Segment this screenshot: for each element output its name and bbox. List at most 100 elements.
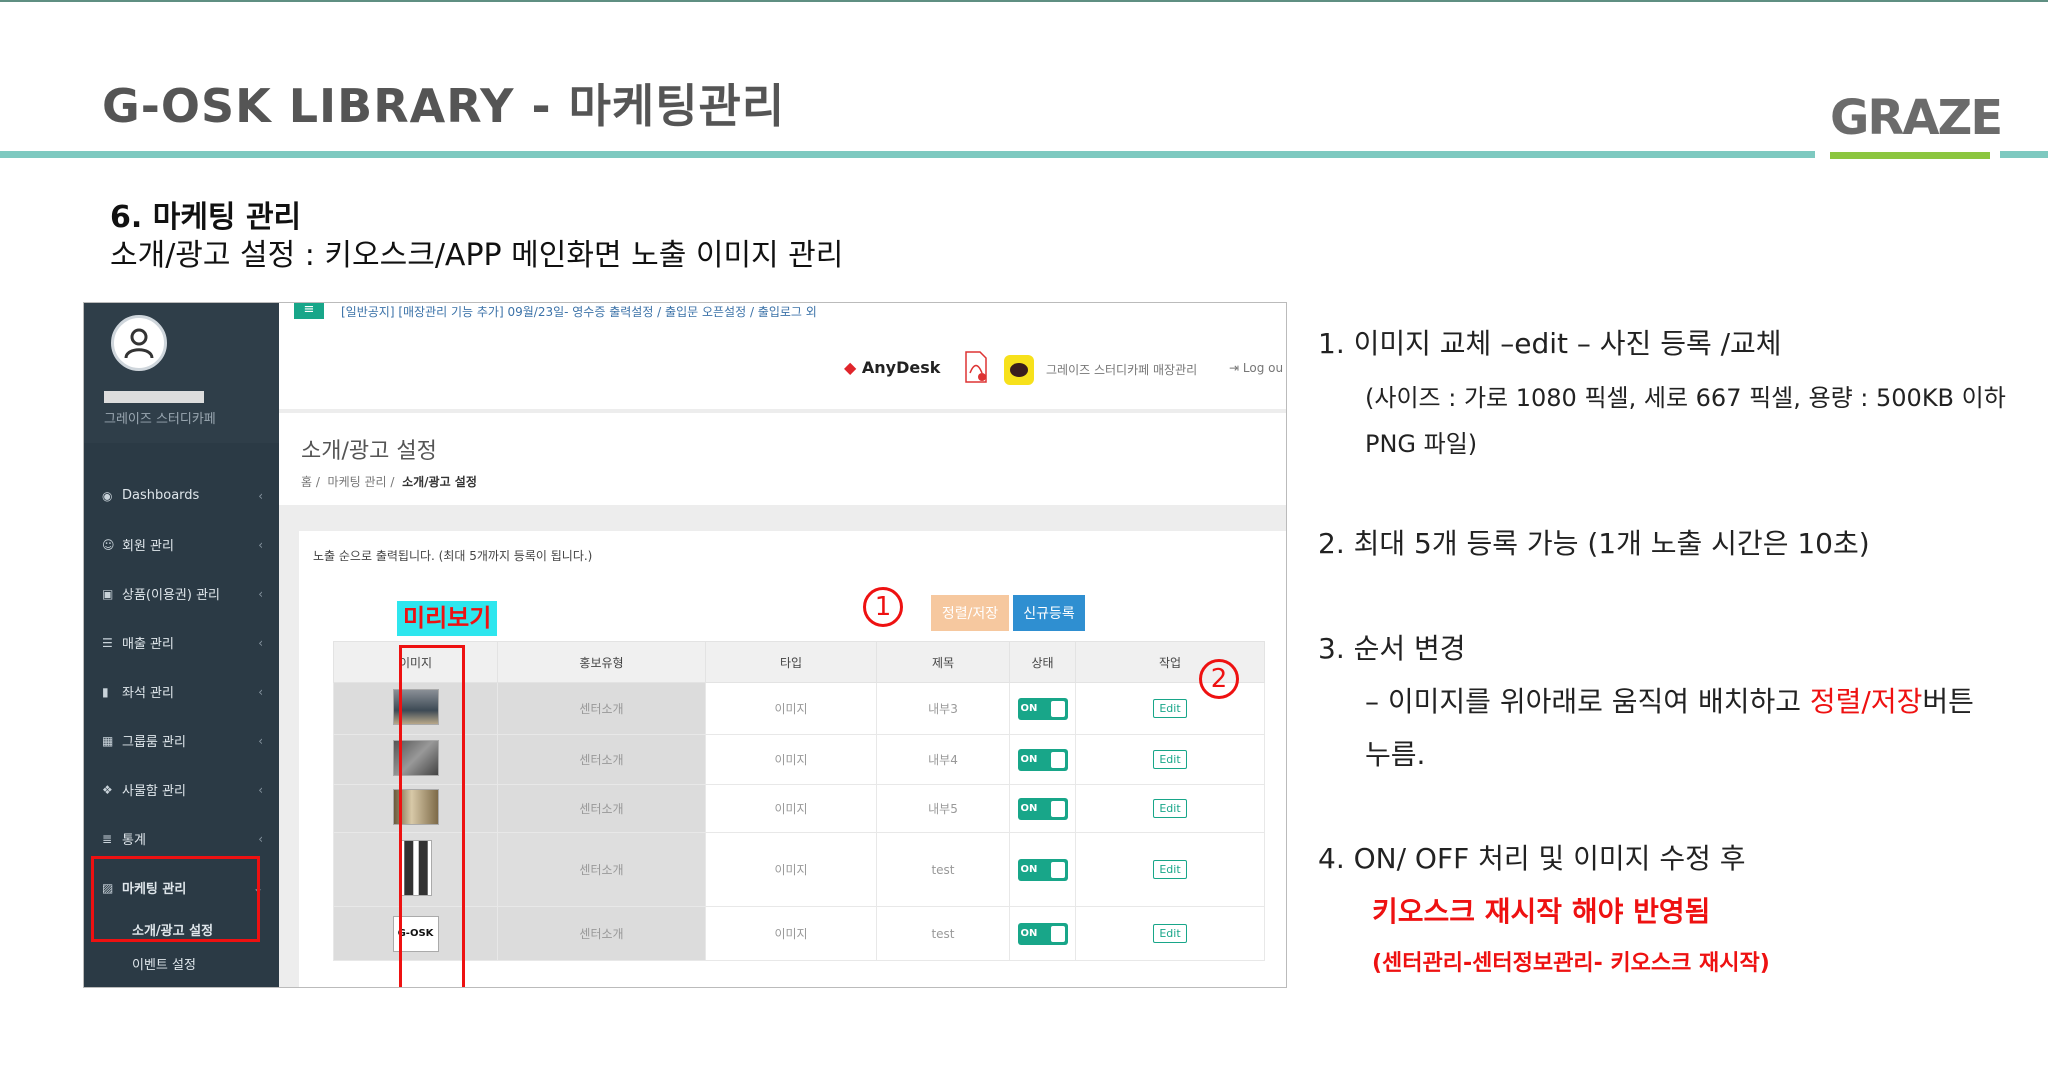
table-header-row: 이미지 홍보유형 타입 제목 상태 작업 [333,641,1265,683]
breadcrumb-current: 소개/광고 설정 [402,475,477,489]
sidebar-item-seats[interactable]: ▮ 좌석 관리 ‹ [84,667,279,716]
edit-button[interactable]: Edit [1153,750,1187,769]
status-cell: ON [1009,682,1076,735]
instruction-3-text-a: – 이미지를 위아래로 움직여 배치하고 [1365,685,1810,718]
page-header: 소개/광고 설정 홈 / 마케팅 관리 / 소개/광고 설정 [279,413,1286,505]
title-cell: test [876,832,1010,907]
status-toggle[interactable]: ON [1017,697,1068,720]
action-cell: Edit [1075,682,1265,735]
edit-button[interactable]: Edit [1153,799,1187,818]
type-cell: 센터소개 [497,832,706,907]
logo-underline [1830,152,1990,159]
table-row[interactable]: 센터소개 이미지 test ON Edit [333,832,1265,907]
breadcrumb-marketing[interactable]: 마케팅 관리 [328,475,387,489]
sidebar-item-members[interactable]: ☺ 회원 관리 ‹ [84,520,279,569]
edit-button[interactable]: Edit [1153,699,1187,718]
sidebar-subitem-events[interactable]: 이벤트 설정 [84,946,279,980]
annotation-circle-2: 2 [1199,659,1239,699]
chevron-left-icon: ‹ [258,684,263,699]
instruction-3-title: 3. 순서 변경 [1318,632,1466,665]
type-cell: 센터소개 [497,682,706,735]
title-cell: test [876,906,1010,961]
anydesk-link[interactable]: ◆ AnyDesk [844,358,940,377]
status-toggle[interactable]: ON [1017,797,1068,820]
breadcrumb-home[interactable]: 홈 [301,475,312,489]
sidebar-item-sales[interactable]: ☰ 매출 관리 ‹ [84,618,279,667]
instruction-4-warning: 키오스크 재시작 해야 반영됨 [1372,895,1711,928]
new-register-button[interactable]: 신규등록 [1013,595,1085,631]
logo-text: GRAZE [1830,90,2003,146]
edit-button[interactable]: Edit [1153,860,1187,879]
sidebar-item-label: 그룹룸 관리 [122,735,186,750]
notice-text[interactable]: [일반공지] [매장관리 기능 추가] 09월/23일- 영수증 출력설정 / … [341,303,817,320]
panel-note: 노출 순으로 출력됩니다. (최대 5개까지 등록이 됩니다.) [313,549,593,563]
status-toggle[interactable]: ON [1017,748,1068,771]
center-name: 그레이즈 스터디카페 매장관리 [1046,363,1198,377]
col-title: 제목 [876,641,1010,683]
table-row[interactable]: G-OSK 센터소개 이미지 test ON Edit [333,906,1265,961]
sidebar-item-group-rooms[interactable]: ▦ 그룹룸 관리 ‹ [84,716,279,765]
highlight-box-marketing [91,856,260,942]
gift-icon: ▣ [102,586,114,601]
instruction-3-text-b: 버튼 [1922,685,1974,718]
table-row[interactable]: 센터소개 이미지 내부4 ON Edit [333,734,1265,785]
avatar[interactable] [111,315,167,371]
anydesk-icon: ◆ [844,358,857,377]
pdf-icon[interactable] [964,351,988,383]
chevron-left-icon: ‹ [258,635,263,650]
logout-label: Log ou [1242,361,1284,375]
table-row[interactable]: 센터소개 이미지 내부3 ON Edit [333,682,1265,735]
chevron-left-icon: ‹ [258,586,263,601]
ads-panel: 노출 순으로 출력됩니다. (최대 5개까지 등록이 됩니다.) 미리보기 1 … [299,531,1286,987]
sort-save-button[interactable]: 정렬/저장 [931,595,1009,631]
book-icon: ▮ [102,684,109,699]
preview-label: 미리보기 [397,601,498,636]
chevron-left-icon: ‹ [258,831,263,846]
list-icon: ☰ [102,635,113,650]
title-underline [0,151,1815,158]
logout-link[interactable]: ⇥ Log ou [1229,361,1283,375]
cubes-icon: ❖ [102,782,113,797]
menu-toggle-button[interactable]: ≡ [294,303,324,319]
col-promo-type: 홍보유형 [497,641,706,683]
topbar: ≡ [일반공지] [매장관리 기능 추가] 09월/23일- 영수증 출력설정 … [279,303,1286,409]
sidebar-item-dashboards[interactable]: ◉ Dashboards ‹ [84,471,279,520]
type-cell: 센터소개 [497,734,706,785]
type-cell: 센터소개 [497,906,706,961]
status-toggle[interactable]: ON [1017,922,1068,945]
title-cell: 내부3 [876,682,1010,735]
annotation-circle-1: 1 [863,587,903,627]
database-icon: ≣ [102,831,113,846]
kakao-icon[interactable] [1004,355,1034,385]
sidebar-item-lockers[interactable]: ❖ 사물함 관리 ‹ [84,765,279,814]
title-underline-right [2000,151,2048,158]
sidebar-item-label: Dashboards [122,488,200,503]
status-cell: ON [1009,784,1076,833]
user-org: 그레이즈 스터디카페 [104,412,216,427]
sidebar-item-label: 회원 관리 [122,539,174,554]
edit-button[interactable]: Edit [1153,924,1187,943]
kind-cell: 이미지 [705,682,877,735]
sidebar-item-label: 사물함 관리 [122,784,186,799]
breadcrumb: 홈 / 마케팅 관리 / 소개/광고 설정 [301,475,477,489]
highlight-box-images [399,645,465,987]
graze-logo: GRAZE [1830,90,2003,160]
sidebar-item-label: 좌석 관리 [122,686,174,701]
instruction-4-path: (센터관리-센터정보관리- 키오스크 재시작) [1372,951,1770,976]
kind-cell: 이미지 [705,784,877,833]
section-subheading: 소개/광고 설정 : 키오스크/APP 메인화면 노출 이미지 관리 [110,238,844,273]
status-cell: ON [1009,734,1076,785]
instruction-3-line2: – 이미지를 위아래로 움직여 배치하고 정렬/저장버튼 [1365,680,1974,720]
status-cell: ON [1009,906,1076,961]
sidebar-item-label: 매출 관리 [122,637,174,652]
col-kind: 타입 [705,641,877,683]
slide-title: G-OSK LIBRARY - 마케팅관리 [102,79,786,133]
kind-cell: 이미지 [705,734,877,785]
chevron-left-icon: ‹ [258,488,263,503]
dashboard-icon: ◉ [102,488,113,503]
user-name-redacted [104,391,204,403]
table-row[interactable]: 센터소개 이미지 내부5 ON Edit [333,784,1265,833]
status-toggle[interactable]: ON [1017,858,1068,881]
sidebar-item-products[interactable]: ▣ 상품(이용권) 관리 ‹ [84,569,279,618]
user-circle-icon: ☺ [102,537,115,552]
